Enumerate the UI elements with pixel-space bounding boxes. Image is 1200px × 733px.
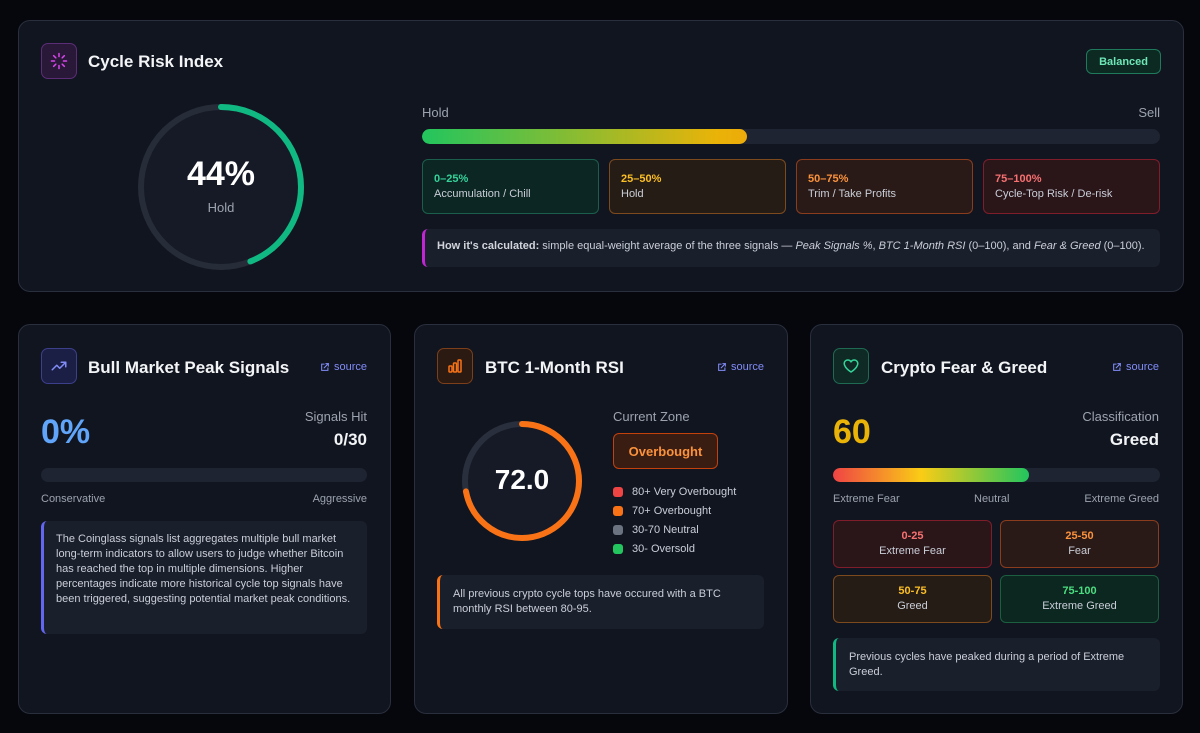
- rsi-note: All previous crypto cycle tops have occu…: [437, 575, 764, 629]
- cycle-risk-bar-fill: [422, 129, 747, 144]
- fear-greed-card: Crypto Fear & Greed source 60 Classifica…: [810, 324, 1183, 714]
- legend-label: 70+ Overbought: [632, 504, 712, 517]
- external-link-icon: [718, 363, 726, 371]
- rsi-value: 72.0: [494, 464, 550, 495]
- zone-label: Trim / Take Profits: [808, 188, 897, 200]
- fear-greed-title: Crypto Fear & Greed: [881, 358, 1048, 377]
- loader-icon: [41, 43, 77, 79]
- scale-mid-label: Neutral: [974, 493, 1010, 505]
- fg-zone-extreme-greed: 75-100 Extreme Greed: [1000, 575, 1159, 623]
- legend-label: 80+ Very Overbought: [632, 485, 737, 498]
- legend-item: 80+ Very Overbought: [613, 482, 736, 501]
- scale-right-label: Extreme Greed: [1084, 493, 1159, 505]
- zone-range: 25–50%: [621, 173, 662, 185]
- peak-signals-title: Bull Market Peak Signals: [88, 358, 290, 377]
- rsi-card: BTC 1-Month RSI source 72.0 Current Zone…: [414, 324, 788, 714]
- risk-zone-trim: 50–75% Trim / Take Profits: [796, 159, 973, 214]
- trending-up-icon: [41, 348, 77, 384]
- legend-swatch: [613, 543, 623, 554]
- legend-item: 30- Oversold: [613, 539, 736, 558]
- calc-note-fng: Fear & Greed: [1033, 240, 1101, 252]
- external-link-icon: [321, 363, 329, 371]
- peak-signals-bar: [41, 468, 367, 482]
- bar-chart-icon: [437, 348, 473, 384]
- legend-swatch: [613, 486, 623, 497]
- fear-greed-source-link[interactable]: source: [1112, 361, 1159, 373]
- signals-hit-label: Signals Hit: [304, 409, 367, 424]
- calculation-note: How it's calculated: simple equal-weight…: [422, 229, 1160, 267]
- zone-label: Extreme Greed: [1042, 600, 1117, 612]
- status-badge: Balanced: [1086, 49, 1161, 74]
- fear-greed-note: Previous cycles have peaked during a per…: [833, 638, 1160, 691]
- zone-range: 50–75%: [808, 173, 849, 185]
- legend-item: 30-70 Neutral: [613, 520, 736, 539]
- legend-label: 30-70 Neutral: [632, 523, 699, 536]
- current-zone-badge: Overbought: [613, 433, 718, 469]
- calc-note-label: How it's calculated:: [437, 240, 540, 252]
- zone-label: Extreme Fear: [879, 545, 946, 557]
- legend-item: 70+ Overbought: [613, 501, 736, 520]
- fear-greed-bar-fill: [833, 468, 1030, 482]
- legend-label: 30- Oversold: [632, 542, 695, 555]
- zone-label: Accumulation / Chill: [434, 188, 531, 200]
- scale-left-label: Hold: [422, 105, 449, 120]
- risk-zone-accumulation: 0–25% Accumulation / Chill: [422, 159, 599, 214]
- rsi-gauge: 72.0: [460, 419, 584, 543]
- fg-zone-fear: 25-50 Fear: [1000, 520, 1159, 568]
- cycle-risk-card: Cycle Risk Index Balanced 44% Hold Hold …: [18, 20, 1184, 292]
- scale-left-label: Extreme Fear: [833, 493, 900, 505]
- source-label: source: [333, 361, 367, 373]
- fear-greed-bar: [833, 468, 1160, 482]
- zone-label: Cycle-Top Risk / De-risk: [995, 188, 1113, 200]
- scale-left-label: Conservative: [41, 493, 106, 505]
- classification-value: Greed: [1109, 430, 1159, 449]
- signals-hit-value: 0/30: [333, 430, 367, 449]
- zone-range: 75-100: [1062, 585, 1097, 597]
- scale-right-label: Sell: [1138, 105, 1160, 120]
- rsi-legend: 80+ Very Overbought 70+ Overbought 30-70…: [613, 482, 736, 558]
- calc-note-peak: Peak Signals %: [795, 240, 873, 252]
- peak-signals-value: 0%: [41, 413, 91, 451]
- rsi-source-link[interactable]: source: [717, 361, 764, 373]
- peak-signals-note: The Coinglass signals list aggregates mu…: [41, 521, 367, 634]
- cycle-risk-bar: [422, 129, 1160, 144]
- calc-note-text: (0–100), and: [965, 240, 1034, 252]
- rsi-title: BTC 1-Month RSI: [485, 358, 624, 377]
- legend-swatch: [613, 524, 623, 535]
- zone-label: Greed: [897, 600, 928, 612]
- fear-greed-value: 60: [833, 413, 871, 451]
- cycle-risk-title: Cycle Risk Index: [88, 52, 224, 71]
- peak-signals-source-link[interactable]: source: [320, 361, 367, 373]
- calc-note-text: (0–100).: [1100, 240, 1145, 252]
- cycle-risk-gauge: 44% Hold: [135, 101, 307, 273]
- cycle-risk-value: 44%: [186, 155, 256, 193]
- fg-zone-greed: 50-75 Greed: [833, 575, 992, 623]
- peak-signals-card: Bull Market Peak Signals source 0% Signa…: [18, 324, 391, 714]
- calc-note-text: simple equal-weight average of the three…: [539, 240, 796, 252]
- zone-range: 0–25%: [434, 173, 469, 185]
- zone-label: Hold: [621, 188, 644, 200]
- external-link-icon: [1113, 363, 1121, 371]
- scale-right-label: Aggressive: [312, 493, 367, 505]
- risk-zone-cycle-top: 75–100% Cycle-Top Risk / De-risk: [983, 159, 1160, 214]
- risk-zone-hold: 25–50% Hold: [609, 159, 786, 214]
- heart-icon: [833, 348, 869, 384]
- zone-range: 75–100%: [995, 173, 1042, 185]
- fg-zone-extreme-fear: 0-25 Extreme Fear: [833, 520, 992, 568]
- current-zone-label: Current Zone: [613, 409, 690, 424]
- zone-range: 0-25: [901, 530, 924, 542]
- zone-label: Fear: [1068, 545, 1091, 557]
- classification-label: Classification: [1082, 409, 1159, 424]
- legend-swatch: [613, 505, 623, 516]
- calc-note-rsi: BTC 1-Month RSI: [878, 240, 966, 252]
- source-label: source: [730, 361, 764, 373]
- source-label: source: [1125, 361, 1159, 373]
- zone-range: 25-50: [1065, 530, 1094, 542]
- cycle-risk-status: Hold: [207, 200, 235, 215]
- zone-range: 50-75: [898, 585, 927, 597]
